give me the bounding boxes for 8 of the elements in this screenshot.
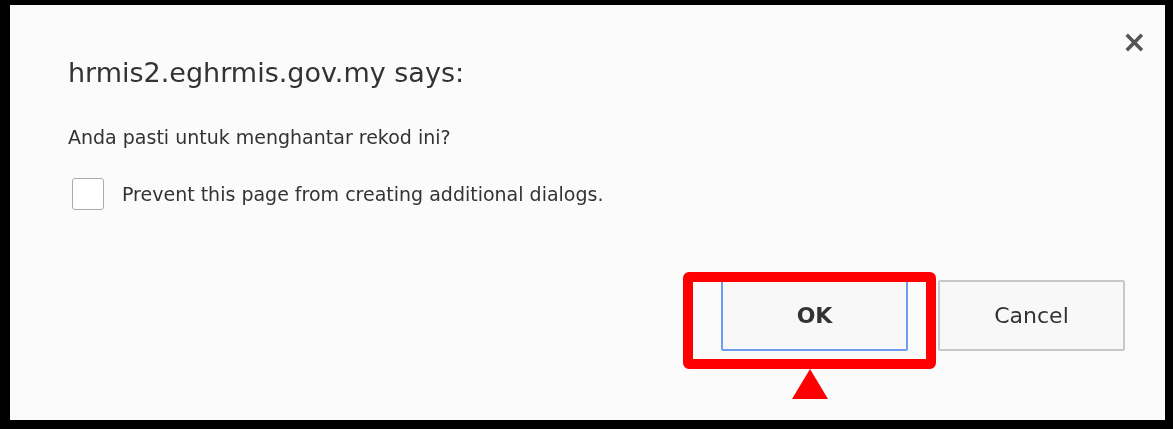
close-button[interactable]: × — [1121, 27, 1147, 88]
checkbox[interactable] — [72, 178, 104, 210]
dialog-title: hrmis2.eghrmis.gov.my says: — [68, 57, 465, 88]
ok-button[interactable]: OK — [721, 280, 908, 351]
cancel-button[interactable]: Cancel — [938, 280, 1125, 351]
dialog-message: Anda pasti untuk menghantar rekod ini? — [68, 126, 452, 148]
checkbox-label: Prevent this page from creating additional dialogs. — [122, 183, 604, 205]
pointer-arrow — [791, 369, 828, 399]
